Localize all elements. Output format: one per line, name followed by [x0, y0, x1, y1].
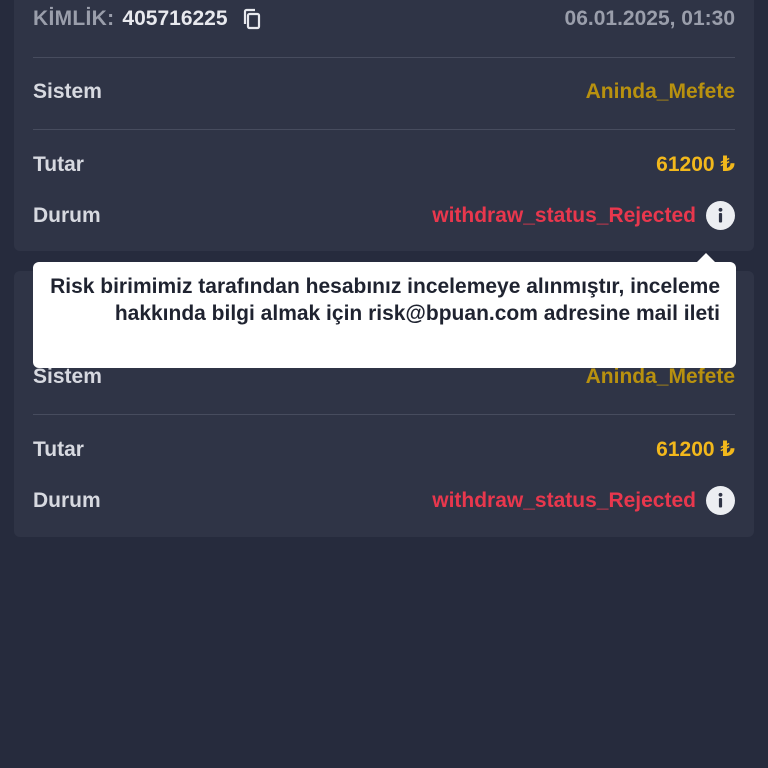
copy-icon[interactable]: [240, 7, 264, 31]
info-icon[interactable]: [706, 486, 735, 515]
status-value: withdraw_status_Rejected: [432, 488, 696, 512]
amount-value: 61200 ₺: [656, 438, 735, 461]
transaction-header-row: KİMLİK: 405716225 06.01.2025, 01:30: [33, 7, 735, 31]
divider: [33, 57, 735, 58]
amount-row: Tutar 61200 ₺: [33, 437, 735, 462]
tooltip-text: Risk birimimiz tarafından hesabınız ince…: [50, 275, 720, 325]
transaction-date: 06.01.2025, 01:30: [564, 7, 735, 30]
system-row: Sistem Aninda_Mefete: [33, 80, 735, 104]
system-value: Aninda_Mefete: [585, 365, 735, 388]
transaction-id-value: 405716225: [122, 7, 228, 30]
system-label: Sistem: [33, 80, 102, 103]
status-tooltip: Risk birimimiz tarafından hesabınız ince…: [33, 253, 736, 368]
divider: [33, 414, 735, 415]
amount-value: 61200 ₺: [656, 153, 735, 176]
amount-label: Tutar: [33, 437, 84, 461]
system-label: Sistem: [33, 365, 102, 388]
transaction-id-label: KİMLİK:: [33, 7, 115, 30]
transaction-card-1: KİMLİK: 405716225 06.01.2025, 01:30 Sist…: [14, 0, 754, 251]
divider: [33, 129, 735, 130]
amount-row: Tutar 61200 ₺: [33, 152, 735, 177]
amount-label: Tutar: [33, 152, 84, 176]
status-label: Durum: [33, 488, 101, 512]
tooltip-arrow: [696, 253, 716, 263]
info-icon[interactable]: [706, 201, 735, 230]
status-label: Durum: [33, 203, 101, 227]
status-value: withdraw_status_Rejected: [432, 203, 696, 227]
status-row: Durum withdraw_status_Rejected: [33, 486, 735, 515]
system-value: Aninda_Mefete: [585, 80, 735, 103]
status-row: Durum withdraw_status_Rejected: [33, 201, 735, 230]
system-row: Sistem Aninda_Mefete: [33, 365, 735, 389]
